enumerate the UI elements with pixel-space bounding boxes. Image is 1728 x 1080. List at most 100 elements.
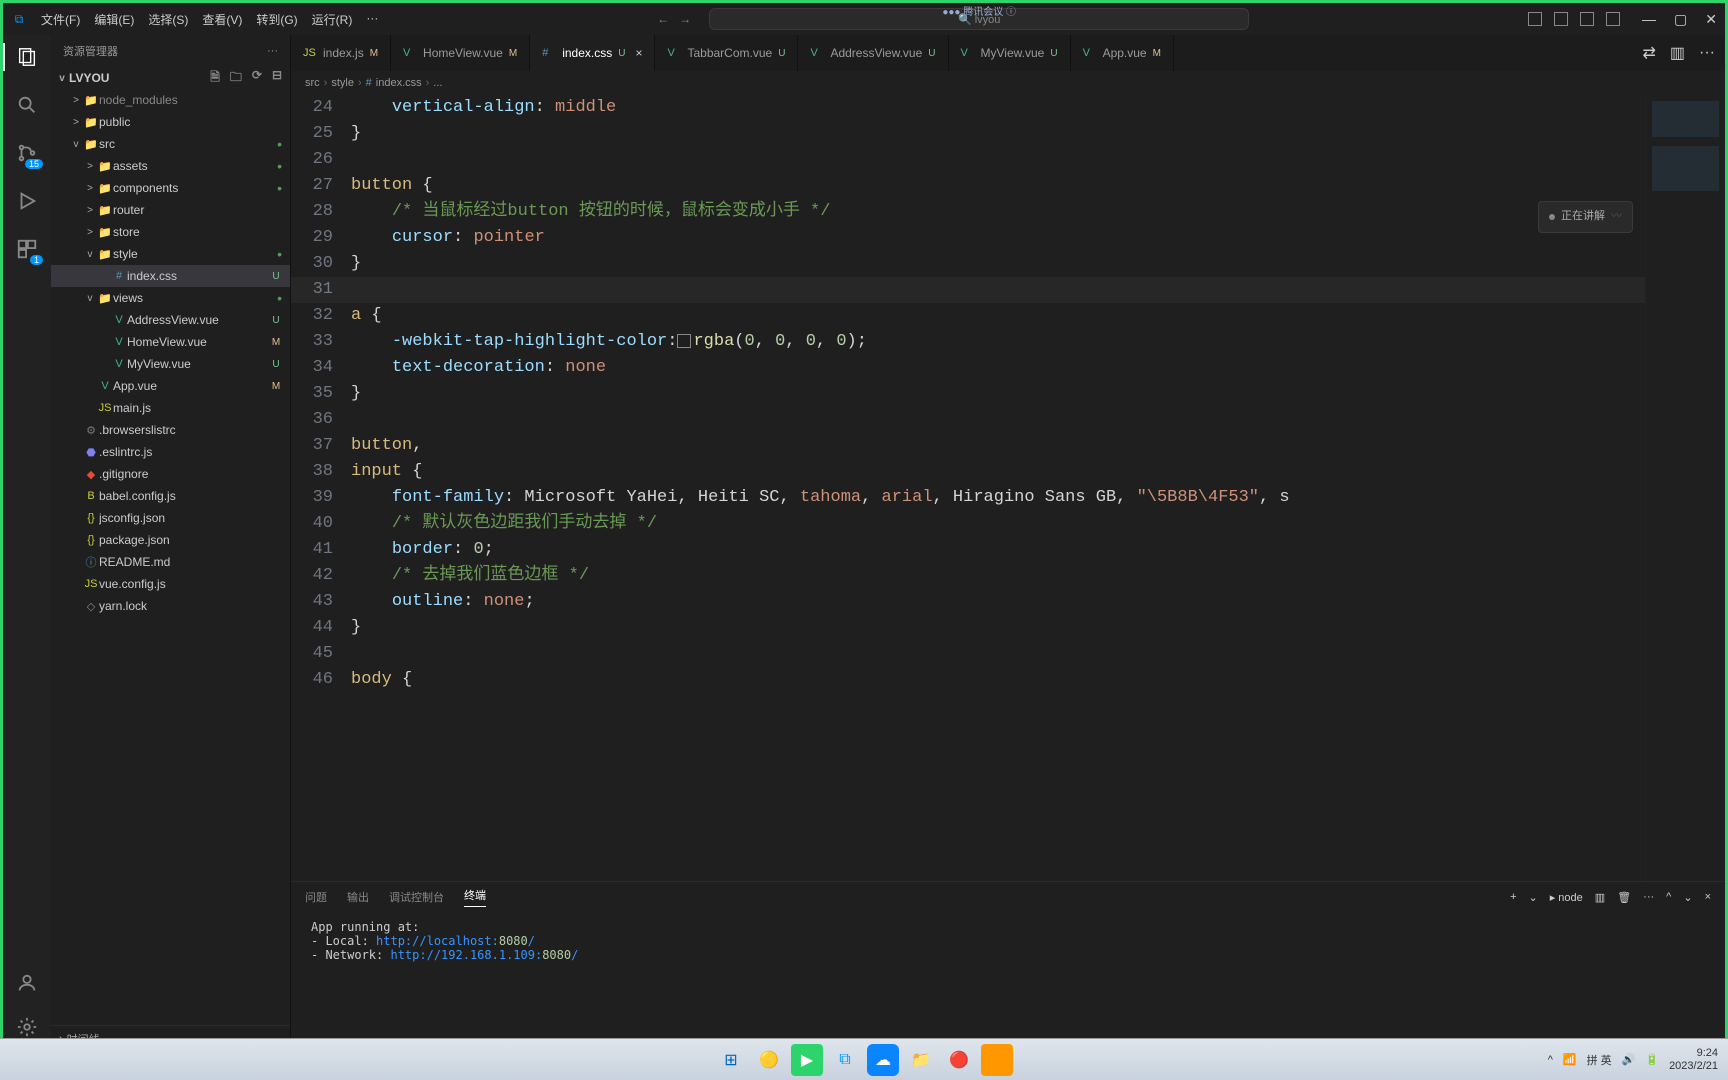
- tray-clock[interactable]: 9:242023/2/21: [1669, 1047, 1718, 1073]
- tree-item[interactable]: VAddressView.vueU: [51, 309, 290, 331]
- terminal-dropdown-icon[interactable]: ⌄: [1529, 891, 1538, 904]
- editor-tab[interactable]: VAddressView.vueU: [798, 35, 948, 71]
- activity-run-icon[interactable]: [15, 189, 39, 213]
- activity-extensions-icon[interactable]: 1: [15, 237, 39, 261]
- app-logo-icon: ⧉: [3, 12, 35, 27]
- editor-tabs: JSindex.jsMVHomeView.vueM#index.cssU×VTa…: [291, 35, 1725, 71]
- terminal-up-icon[interactable]: ^: [1666, 891, 1671, 903]
- tree-item[interactable]: Bbabel.config.js: [51, 485, 290, 507]
- tree-item[interactable]: >📁assets•: [51, 155, 290, 177]
- panel-tab[interactable]: 调试控制台: [389, 889, 444, 905]
- editor-tab[interactable]: JSindex.jsM: [291, 35, 391, 71]
- menu-select[interactable]: 选择(S): [148, 11, 188, 28]
- editor-tab[interactable]: VApp.vueM: [1071, 35, 1174, 71]
- layout-icon[interactable]: [1528, 12, 1542, 26]
- tray-volume-icon[interactable]: 🔊: [1622, 1053, 1636, 1066]
- tree-item[interactable]: JSmain.js: [51, 397, 290, 419]
- activity-settings-icon[interactable]: [15, 1015, 39, 1039]
- tray-chevron-icon[interactable]: ^: [1548, 1054, 1553, 1066]
- new-folder-icon[interactable]: 🗀: [230, 68, 242, 89]
- editor-tab[interactable]: VTabbarCom.vueU: [655, 35, 798, 71]
- tree-item[interactable]: VHomeView.vueM: [51, 331, 290, 353]
- taskbar-explorer-icon[interactable]: 📁: [905, 1044, 937, 1076]
- minimap[interactable]: [1645, 95, 1725, 881]
- tree-item[interactable]: >📁router: [51, 199, 290, 221]
- tree-item[interactable]: v📁views•: [51, 287, 290, 309]
- taskbar-vscode-icon[interactable]: ⧉: [829, 1044, 861, 1076]
- terminal-more-icon[interactable]: ···: [1643, 891, 1654, 903]
- terminal-split-icon[interactable]: ▥: [1595, 891, 1605, 904]
- nav-forward-icon[interactable]: →: [679, 12, 691, 26]
- activity-search-icon[interactable]: [15, 93, 39, 117]
- tray-battery-icon[interactable]: 🔋: [1645, 1053, 1659, 1066]
- terminal-new-icon[interactable]: +: [1510, 891, 1516, 903]
- tree-item[interactable]: v📁style•: [51, 243, 290, 265]
- taskbar-chrome-icon[interactable]: 🟡: [753, 1044, 785, 1076]
- tree-item[interactable]: ⚙.browserslistrc: [51, 419, 290, 441]
- code-editor[interactable]: 24 25 26 27 28 29 30 31 32 33 34 35 36 3…: [291, 95, 1725, 881]
- activity-account-icon[interactable]: [15, 971, 39, 995]
- file-tree: >📁node_modules>📁publicv📁src•>📁assets•>📁c…: [51, 89, 290, 1025]
- customize-icon[interactable]: [1606, 12, 1620, 26]
- maximize-icon[interactable]: ▢: [1674, 11, 1687, 28]
- menu-edit[interactable]: 编辑(E): [94, 11, 134, 28]
- tab-split-icon[interactable]: ▥: [1670, 43, 1685, 63]
- breadcrumb[interactable]: src› style› #index.css› ...: [291, 71, 1725, 95]
- tree-item[interactable]: {}jsconfig.json: [51, 507, 290, 529]
- panel-icon[interactable]: [1554, 12, 1568, 26]
- taskbar-app-icon[interactable]: ▶: [791, 1044, 823, 1076]
- taskbar-meeting-icon[interactable]: ☁: [867, 1044, 899, 1076]
- editor-tab[interactable]: VHomeView.vueM: [391, 35, 530, 71]
- tree-item[interactable]: #index.cssU: [51, 265, 290, 287]
- taskbar-start-icon[interactable]: ⊞: [715, 1044, 747, 1076]
- tree-item[interactable]: v📁src•: [51, 133, 290, 155]
- speaking-indicator: 正在讲解〰: [1538, 201, 1633, 233]
- tree-item[interactable]: ⓘREADME.md: [51, 551, 290, 573]
- tab-diff-icon[interactable]: ⇄: [1642, 43, 1655, 63]
- terminal-kill-icon[interactable]: 🗑: [1617, 891, 1631, 904]
- tray-wifi-icon[interactable]: 📶: [1563, 1053, 1577, 1066]
- system-tray[interactable]: ^ 📶 拼 英 🔊 🔋 9:242023/2/21: [1548, 1047, 1718, 1073]
- tree-item[interactable]: VApp.vueM: [51, 375, 290, 397]
- nav-back-icon[interactable]: ←: [657, 12, 669, 26]
- taskbar-sublime-icon[interactable]: [981, 1044, 1013, 1076]
- minimize-icon[interactable]: —: [1642, 11, 1656, 28]
- panel-tab[interactable]: 终端: [464, 887, 486, 907]
- new-file-icon[interactable]: 🗎: [210, 68, 220, 89]
- activity-scm-icon[interactable]: 15: [15, 141, 39, 165]
- tree-item[interactable]: VMyView.vueU: [51, 353, 290, 375]
- terminal[interactable]: App running at:- Local: http://localhost…: [291, 912, 1725, 1051]
- project-root[interactable]: v LVYOU 🗎 🗀 ⟳ ⊟: [51, 67, 290, 89]
- editor-tab[interactable]: #index.cssU×: [530, 35, 655, 71]
- menu-more[interactable]: ···: [366, 11, 378, 28]
- sidebar-icon[interactable]: [1580, 12, 1594, 26]
- sidebar-more-icon[interactable]: ···: [267, 45, 278, 57]
- close-icon[interactable]: ✕: [1705, 11, 1717, 28]
- tree-item[interactable]: ⬣.eslintrc.js: [51, 441, 290, 463]
- tab-more-icon[interactable]: ···: [1699, 44, 1715, 62]
- tree-item[interactable]: {}package.json: [51, 529, 290, 551]
- panel-tab[interactable]: 输出: [347, 889, 369, 905]
- tree-item[interactable]: >📁node_modules: [51, 89, 290, 111]
- tree-item[interactable]: JSvue.config.js: [51, 573, 290, 595]
- menu-file[interactable]: 文件(F): [41, 11, 80, 28]
- tray-ime[interactable]: 拼 英: [1587, 1052, 1612, 1068]
- panel-tab[interactable]: 问题: [305, 889, 327, 905]
- collapse-icon[interactable]: ⊟: [272, 68, 282, 89]
- tree-item[interactable]: ◆.gitignore: [51, 463, 290, 485]
- terminal-close-icon[interactable]: ×: [1705, 891, 1711, 903]
- menu-view[interactable]: 查看(V): [202, 11, 242, 28]
- menu-goto[interactable]: 转到(G): [256, 11, 297, 28]
- tree-item[interactable]: >📁components•: [51, 177, 290, 199]
- activity-explorer-icon[interactable]: [15, 45, 39, 69]
- terminal-down-icon[interactable]: ⌄: [1683, 891, 1692, 904]
- editor-tab[interactable]: VMyView.vueU: [949, 35, 1071, 71]
- menu-run[interactable]: 运行(R): [312, 11, 353, 28]
- taskbar-app2-icon[interactable]: 🔴: [943, 1044, 975, 1076]
- refresh-icon[interactable]: ⟳: [252, 68, 262, 89]
- tree-item[interactable]: ◇yarn.lock: [51, 595, 290, 617]
- command-center[interactable]: ●●● 腾讯会议 ⓘ 🔍 lvyou: [709, 8, 1249, 30]
- tree-item[interactable]: >📁public: [51, 111, 290, 133]
- tree-item[interactable]: >📁store: [51, 221, 290, 243]
- tab-close-icon[interactable]: ×: [635, 46, 642, 60]
